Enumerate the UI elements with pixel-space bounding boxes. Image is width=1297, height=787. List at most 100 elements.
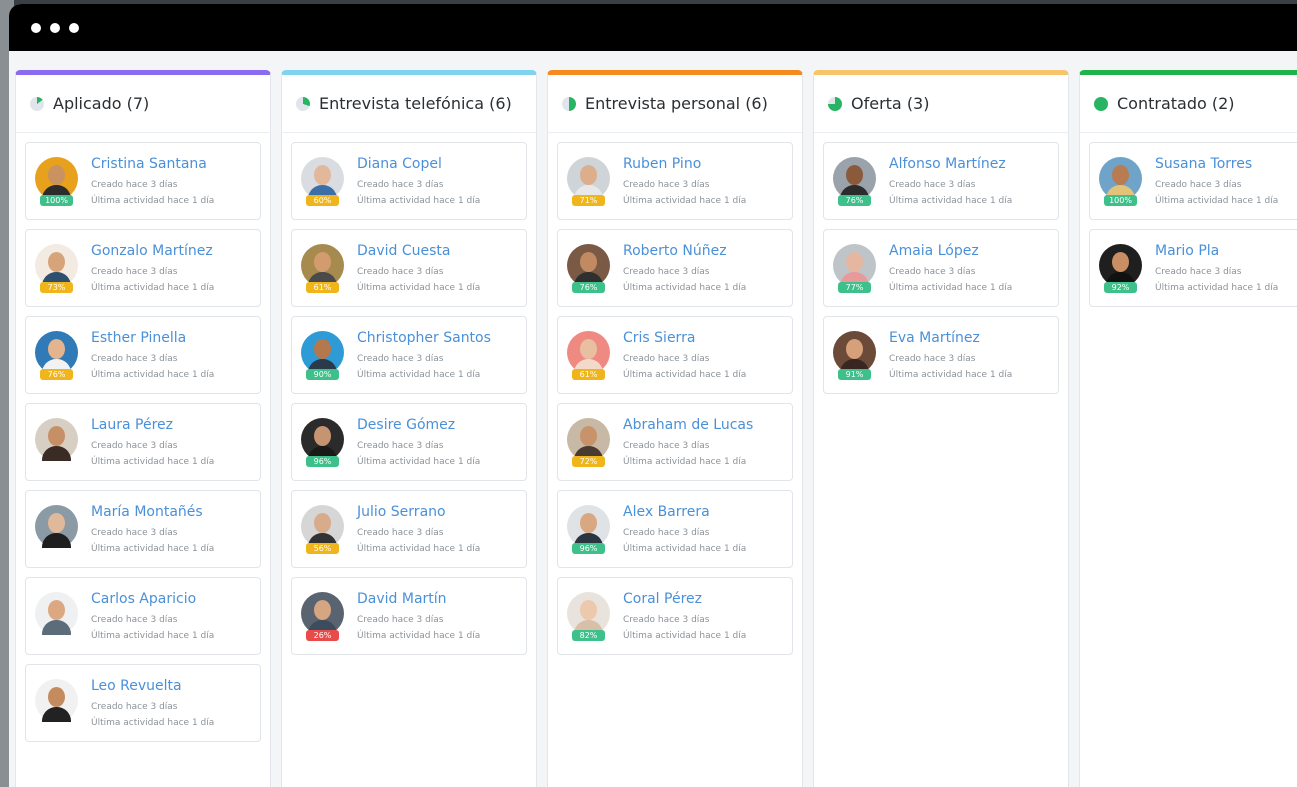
candidate-name-link[interactable]: Roberto Núñez <box>623 243 727 259</box>
last-activity-text: Última actividad hace 1 día <box>357 283 481 293</box>
candidate-name-link[interactable]: Julio Serrano <box>357 504 446 520</box>
candidate-card[interactable]: 96% Desire Gómez Creado hace 3 días Última … <box>291 403 527 481</box>
app-window: Aplicado (7) 100% Cristina Santana Creado h… <box>9 4 1297 787</box>
candidate-card[interactable]: Laura Pérez Creado hace 3 días Última acti… <box>25 403 261 481</box>
candidate-name-link[interactable]: Abraham de Lucas <box>623 417 753 433</box>
match-score-badge: 61% <box>306 282 339 293</box>
candidate-avatar <box>35 157 78 200</box>
candidate-card[interactable]: 100% Cristina Santana Creado hace 3 días Úl… <box>25 142 261 220</box>
candidate-avatar <box>35 592 78 635</box>
created-text: Creado hace 3 días <box>889 267 976 277</box>
candidate-avatar <box>833 244 876 287</box>
match-score-badge: 82% <box>572 630 605 641</box>
last-activity-text: Última actividad hace 1 día <box>357 631 481 641</box>
kanban-board: Aplicado (7) 100% Cristina Santana Creado h… <box>15 70 1297 787</box>
avatar-head <box>1112 165 1129 185</box>
candidate-name-link[interactable]: Coral Pérez <box>623 591 702 607</box>
candidate-avatar <box>567 505 610 548</box>
match-score-badge: 60% <box>306 195 339 206</box>
column-header[interactable]: Entrevista telefónica (6) <box>282 75 536 133</box>
candidate-card[interactable]: 91% Eva Martínez Creado hace 3 días Última … <box>823 316 1059 394</box>
candidate-card[interactable]: 61% David Cuesta Creado hace 3 días Última … <box>291 229 527 307</box>
candidate-avatar <box>567 418 610 461</box>
avatar-head <box>580 252 597 272</box>
match-score-badge: 71% <box>572 195 605 206</box>
candidate-name-link[interactable]: Leo Revuelta <box>91 678 182 694</box>
candidate-name-link[interactable]: David Martín <box>357 591 447 607</box>
candidate-name-link[interactable]: Susana Torres <box>1155 156 1252 172</box>
stage-progress-icon <box>1094 96 1108 111</box>
candidate-name-link[interactable]: David Cuesta <box>357 243 451 259</box>
candidate-card[interactable]: 26% David Martín Creado hace 3 días Última … <box>291 577 527 655</box>
candidate-card[interactable]: 92% Mario Pla Creado hace 3 días Última act… <box>1089 229 1297 307</box>
created-text: Creado hace 3 días <box>357 354 444 364</box>
match-score-badge: 26% <box>306 630 339 641</box>
candidate-list: 100% Susana Torres Creado hace 3 días Últim… <box>1080 133 1297 307</box>
candidate-name-link[interactable]: Gonzalo Martínez <box>91 243 213 259</box>
candidate-card[interactable]: 82% Coral Pérez Creado hace 3 días Última a… <box>557 577 793 655</box>
column-header[interactable]: Entrevista personal (6) <box>548 75 802 133</box>
candidate-name-link[interactable]: Alfonso Martínez <box>889 156 1006 172</box>
candidate-avatar <box>35 505 78 548</box>
candidate-card[interactable]: 100% Susana Torres Creado hace 3 días Últim… <box>1089 142 1297 220</box>
last-activity-text: Última actividad hace 1 día <box>91 370 215 380</box>
candidate-name-link[interactable]: Laura Pérez <box>91 417 173 433</box>
window-maximize-dot[interactable] <box>69 22 79 33</box>
avatar-head <box>846 252 863 272</box>
candidate-avatar <box>301 157 344 200</box>
candidate-card[interactable]: 72% Abraham de Lucas Creado hace 3 días Últ… <box>557 403 793 481</box>
candidate-name-link[interactable]: Eva Martínez <box>889 330 980 346</box>
column-header[interactable]: Contratado (2) <box>1080 75 1297 133</box>
column-title: Entrevista personal (6) <box>585 94 768 113</box>
avatar-head <box>314 513 331 533</box>
candidate-card[interactable]: 60% Diana Copel Creado hace 3 días Última a… <box>291 142 527 220</box>
candidate-name-link[interactable]: Alex Barrera <box>623 504 710 520</box>
candidate-name-link[interactable]: Amaia López <box>889 243 979 259</box>
candidate-card[interactable]: Leo Revuelta Creado hace 3 días Última act… <box>25 664 261 742</box>
candidate-card[interactable]: 90% Christopher Santos Creado hace 3 días Ú… <box>291 316 527 394</box>
candidate-name-link[interactable]: Carlos Aparicio <box>91 591 196 607</box>
candidate-card[interactable]: 76% Alfonso Martínez Creado hace 3 días Últ… <box>823 142 1059 220</box>
window-minimize-dot[interactable] <box>50 22 60 33</box>
candidate-name-link[interactable]: María Montañés <box>91 504 203 520</box>
candidate-name-link[interactable]: Cris Sierra <box>623 330 695 346</box>
candidate-card[interactable]: 96% Alex Barrera Creado hace 3 días Última … <box>557 490 793 568</box>
match-score-badge: 96% <box>572 543 605 554</box>
candidate-name-link[interactable]: Desire Gómez <box>357 417 455 433</box>
candidate-name-link[interactable]: Esther Pinella <box>91 330 186 346</box>
candidate-card[interactable]: 76% Roberto Núñez Creado hace 3 días Última… <box>557 229 793 307</box>
column-header[interactable]: Aplicado (7) <box>16 75 270 133</box>
avatar-head <box>846 165 863 185</box>
candidate-list: 100% Cristina Santana Creado hace 3 días Úl… <box>16 133 270 742</box>
match-score-badge: 76% <box>40 369 73 380</box>
candidate-name-link[interactable]: Diana Copel <box>357 156 442 172</box>
last-activity-text: Última actividad hace 1 día <box>357 370 481 380</box>
candidate-card[interactable]: 71% Ruben Pino Creado hace 3 días Última ac… <box>557 142 793 220</box>
column-header[interactable]: Oferta (3) <box>814 75 1068 133</box>
last-activity-text: Última actividad hace 1 día <box>91 544 215 554</box>
match-score-badge: 100% <box>1104 195 1137 206</box>
candidate-card[interactable]: Carlos Aparicio Creado hace 3 días Última … <box>25 577 261 655</box>
candidate-avatar <box>833 157 876 200</box>
candidate-card[interactable]: 73% Gonzalo Martínez Creado hace 3 días Últ… <box>25 229 261 307</box>
stage-progress-icon <box>828 96 842 111</box>
created-text: Creado hace 3 días <box>357 615 444 625</box>
avatar-head <box>580 426 597 446</box>
candidate-card[interactable]: 76% Esther Pinella Creado hace 3 días Últim… <box>25 316 261 394</box>
avatar-head <box>48 600 65 620</box>
created-text: Creado hace 3 días <box>91 180 178 190</box>
window-close-dot[interactable] <box>31 22 41 33</box>
match-score-badge: 56% <box>306 543 339 554</box>
candidate-card[interactable]: María Montañés Creado hace 3 días Última a… <box>25 490 261 568</box>
candidate-name-link[interactable]: Christopher Santos <box>357 330 491 346</box>
last-activity-text: Última actividad hace 1 día <box>91 631 215 641</box>
created-text: Creado hace 3 días <box>91 615 178 625</box>
candidate-card[interactable]: 77% Amaia López Creado hace 3 días Última a… <box>823 229 1059 307</box>
candidate-name-link[interactable]: Cristina Santana <box>91 156 207 172</box>
created-text: Creado hace 3 días <box>623 354 710 364</box>
created-text: Creado hace 3 días <box>1155 180 1242 190</box>
candidate-name-link[interactable]: Ruben Pino <box>623 156 701 172</box>
candidate-name-link[interactable]: Mario Pla <box>1155 243 1219 259</box>
candidate-card[interactable]: 61% Cris Sierra Creado hace 3 días Última a… <box>557 316 793 394</box>
candidate-card[interactable]: 56% Julio Serrano Creado hace 3 días Última… <box>291 490 527 568</box>
